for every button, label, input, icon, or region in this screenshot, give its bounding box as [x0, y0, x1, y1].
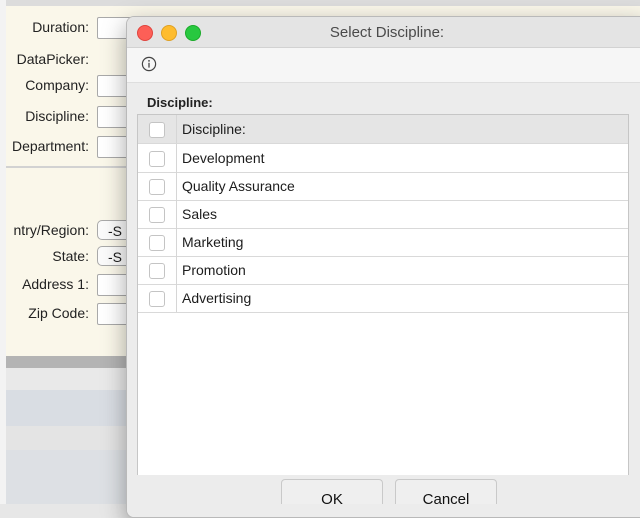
list-item[interactable]: Advertising: [138, 284, 628, 313]
state-label: State:: [52, 248, 89, 264]
country-region-label: ntry/Region:: [13, 222, 89, 238]
department-label: Department:: [11, 138, 89, 154]
item-checkbox[interactable]: [149, 179, 165, 195]
header-check-cell: [138, 115, 177, 143]
item-checkbox[interactable]: [149, 235, 165, 251]
item-label: Advertising: [182, 290, 252, 306]
ok-button[interactable]: OK: [281, 479, 383, 508]
check-cell: [138, 144, 177, 172]
item-checkbox[interactable]: [149, 151, 165, 167]
select-discipline-dialog: Select Discipline: Discipline: Disciplin…: [126, 16, 640, 518]
datapicker-label: DataPicker:: [16, 51, 89, 67]
list-item[interactable]: Promotion: [138, 256, 628, 285]
check-cell: [138, 228, 177, 256]
check-cell: [138, 200, 177, 228]
item-checkbox[interactable]: [149, 291, 165, 307]
list-item[interactable]: Development: [138, 144, 628, 173]
list-item[interactable]: Marketing: [138, 228, 628, 257]
address1-label: Address 1:: [22, 276, 89, 292]
list-item[interactable]: Quality Assurance: [138, 172, 628, 201]
item-label: Development: [182, 150, 265, 166]
check-cell: [138, 256, 177, 284]
section-label: Discipline:: [147, 95, 213, 110]
list-header-label: Discipline:: [182, 121, 246, 137]
item-label: Marketing: [182, 234, 244, 250]
select-all-checkbox[interactable]: [149, 122, 165, 138]
item-label: Sales: [182, 206, 218, 222]
info-icon[interactable]: [141, 56, 157, 72]
cancel-button[interactable]: Cancel: [395, 479, 497, 508]
item-checkbox[interactable]: [149, 263, 165, 279]
item-checkbox[interactable]: [149, 207, 165, 223]
dialog-toolbar: [127, 48, 640, 83]
company-label: Company:: [25, 77, 89, 93]
list-header-row: Discipline:: [138, 115, 628, 144]
check-cell: [138, 172, 177, 200]
dialog-titlebar[interactable]: Select Discipline:: [127, 17, 640, 48]
item-label: Promotion: [182, 262, 246, 278]
zip-code-label: Zip Code:: [28, 305, 89, 321]
duration-label: Duration:: [32, 19, 89, 35]
dialog-title: Select Discipline:: [329, 24, 445, 41]
item-label: Quality Assurance: [182, 178, 295, 194]
discipline-label: Discipline:: [25, 108, 89, 124]
dialog-footer: OK Cancel: [127, 475, 640, 517]
list-item[interactable]: Sales: [138, 200, 628, 229]
check-cell: [138, 284, 177, 312]
discipline-list: Discipline: Development Quality Assuranc…: [137, 114, 629, 477]
